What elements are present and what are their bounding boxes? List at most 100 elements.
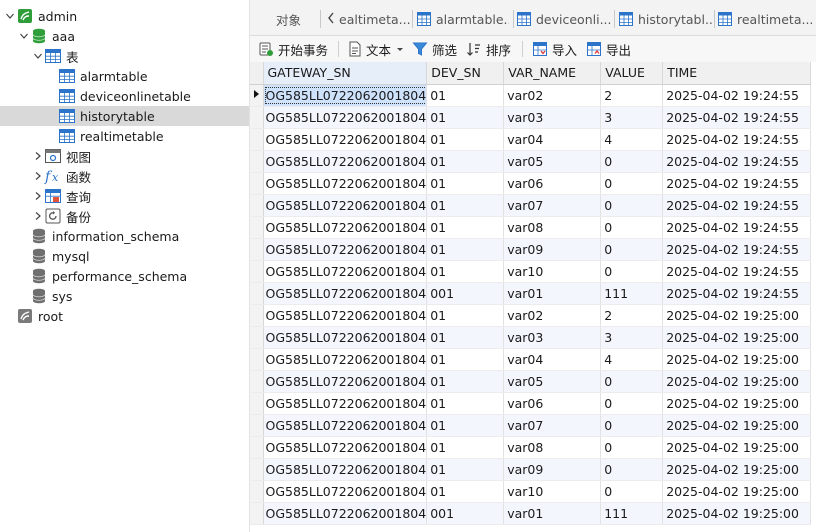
cell-time[interactable]: 2025-04-02 19:24:55	[662, 260, 812, 283]
table-row[interactable]: OG585LL0722062001804 01 var03 3 2025-04-02 1…	[250, 106, 812, 129]
cell-gateway-sn[interactable]: OG585LL0722062001804	[263, 216, 428, 239]
cell-var-name[interactable]: var10	[503, 260, 602, 283]
cell-gateway-sn[interactable]: OG585LL0722062001804	[263, 128, 428, 151]
row-indicator[interactable]	[250, 238, 264, 261]
cell-value[interactable]: 0	[600, 216, 664, 239]
cell-time[interactable]: 2025-04-02 19:25:00	[662, 414, 812, 437]
column-header[interactable]: VALUE	[600, 62, 664, 85]
cell-var-name[interactable]: var05	[503, 370, 602, 393]
cell-dev-sn[interactable]: 01	[426, 84, 505, 107]
table-row[interactable]: OG585LL0722062001804 01 var02 2 2025-04-02 1…	[250, 304, 812, 327]
row-indicator[interactable]	[250, 458, 264, 481]
cell-gateway-sn[interactable]: OG585LL0722062001804	[263, 502, 428, 525]
row-indicator[interactable]	[250, 150, 264, 173]
cell-var-name[interactable]: var08	[503, 436, 602, 459]
cell-value[interactable]: 111	[600, 502, 664, 525]
cell-gateway-sn[interactable]: OG585LL0722062001804	[263, 414, 428, 437]
cell-dev-sn[interactable]: 01	[426, 260, 505, 283]
cell-time[interactable]: 2025-04-02 19:25:00	[662, 392, 812, 415]
chevron-right-icon[interactable]	[32, 206, 44, 226]
cell-dev-sn[interactable]: 01	[426, 480, 505, 503]
cell-dev-sn[interactable]: 01	[426, 128, 505, 151]
cell-time[interactable]: 2025-04-02 19:24:55	[662, 128, 812, 151]
row-indicator[interactable]	[250, 194, 264, 217]
row-indicator[interactable]	[250, 414, 264, 437]
row-indicator[interactable]	[250, 128, 264, 151]
cell-value[interactable]: 0	[600, 436, 664, 459]
cell-time[interactable]: 2025-04-02 19:25:00	[662, 348, 812, 371]
cell-gateway-sn[interactable]: OG585LL0722062001804	[263, 348, 428, 371]
cell-gateway-sn[interactable]: OG585LL0722062001804	[263, 480, 428, 503]
cell-time[interactable]: 2025-04-02 19:24:55	[662, 216, 812, 239]
cell-time[interactable]: 2025-04-02 19:25:00	[662, 370, 812, 393]
tab-historytable[interactable]: historytabl...	[619, 6, 713, 32]
export-button[interactable]: 导出	[586, 38, 631, 60]
cell-gateway-sn[interactable]: OG585LL0722062001804	[263, 260, 428, 283]
cell-time[interactable]: 2025-04-02 19:25:00	[662, 326, 812, 349]
begin-transaction-button[interactable]: 开始事务	[258, 38, 328, 60]
cell-dev-sn[interactable]: 01	[426, 326, 505, 349]
table-row[interactable]: OG585LL0722062001804 01 var05 0 2025-04-02 1…	[250, 370, 812, 393]
filter-button[interactable]: 筛选	[412, 38, 457, 60]
cell-value[interactable]: 0	[600, 194, 664, 217]
row-indicator[interactable]	[250, 348, 264, 371]
cell-var-name[interactable]: var10	[503, 480, 602, 503]
cell-var-name[interactable]: var01	[503, 502, 602, 525]
cell-value[interactable]: 0	[600, 414, 664, 437]
cell-value[interactable]: 3	[600, 326, 664, 349]
cell-gateway-sn[interactable]: OG585LL0722062001804	[263, 172, 428, 195]
table-row[interactable]: OG585LL0722062001804 01 var10 0 2025-04-02 1…	[250, 480, 812, 503]
table-row[interactable]: OG585LL0722062001804 01 var03 3 2025-04-02 1…	[250, 326, 812, 349]
row-indicator[interactable]	[250, 216, 264, 239]
cell-dev-sn[interactable]: 01	[426, 392, 505, 415]
cell-value[interactable]: 0	[600, 172, 664, 195]
cell-value[interactable]: 0	[600, 392, 664, 415]
row-indicator[interactable]	[250, 326, 264, 349]
cell-var-name[interactable]: var04	[503, 348, 602, 371]
row-indicator[interactable]	[250, 172, 264, 195]
tree-item-mysql[interactable]: mysql	[0, 246, 249, 266]
cell-time[interactable]: 2025-04-02 19:25:00	[662, 502, 812, 525]
sort-button[interactable]: 排序	[466, 38, 511, 60]
cell-dev-sn[interactable]: 01	[426, 150, 505, 173]
cell-time[interactable]: 2025-04-02 19:25:00	[662, 480, 812, 503]
cell-var-name[interactable]: var01	[503, 282, 602, 305]
row-indicator[interactable]	[250, 260, 264, 283]
cell-time[interactable]: 2025-04-02 19:25:00	[662, 304, 812, 327]
tree-item-8[interactable]: f x 函数	[0, 166, 249, 186]
cell-time[interactable]: 2025-04-02 19:25:00	[662, 458, 812, 481]
tree-item-alarmtable[interactable]: alarmtable	[0, 66, 249, 86]
tree-item-deviceonlinetable[interactable]: deviceonlinetable	[0, 86, 249, 106]
column-header[interactable]: DEV_SN	[426, 62, 505, 85]
cell-gateway-sn[interactable]: OG585LL0722062001804	[263, 458, 428, 481]
tree-item-historytable[interactable]: historytable	[0, 106, 249, 126]
row-indicator[interactable]	[250, 480, 264, 503]
cell-var-name[interactable]: var03	[503, 106, 602, 129]
tree-item-7[interactable]: 视图	[0, 146, 249, 166]
cell-value[interactable]: 3	[600, 106, 664, 129]
chevron-down-icon[interactable]	[18, 26, 30, 46]
cell-value[interactable]: 2	[600, 84, 664, 107]
cell-dev-sn[interactable]: 01	[426, 370, 505, 393]
cell-gateway-sn[interactable]: OG585LL0722062001804	[263, 106, 428, 129]
tree-item-admin[interactable]: admin	[0, 6, 249, 26]
row-indicator[interactable]	[250, 106, 264, 129]
cell-value[interactable]: 0	[600, 458, 664, 481]
tree-item-performance-schema[interactable]: performance_schema	[0, 266, 249, 286]
current-row-marker[interactable]	[250, 84, 264, 107]
tree-item-realtimetable[interactable]: realtimetable	[0, 126, 249, 146]
cell-gateway-sn[interactable]: OG585LL0722062001804	[263, 150, 428, 173]
cell-gateway-sn[interactable]: OG585LL0722062001804	[263, 326, 428, 349]
cell-var-name[interactable]: var02	[503, 304, 602, 327]
tab-realtimetable-2[interactable]: realtimeta...	[718, 6, 814, 32]
cell-time[interactable]: 2025-04-02 19:24:55	[662, 282, 812, 305]
cell-gateway-sn[interactable]: OG585LL0722062001804	[263, 304, 428, 327]
tab-realtimetable-1[interactable]: ealtimeta...	[326, 6, 410, 32]
cell-dev-sn[interactable]: 001	[426, 282, 505, 305]
tree-item-aaa[interactable]: aaa	[0, 26, 249, 46]
cell-dev-sn[interactable]: 01	[426, 348, 505, 371]
cell-dev-sn[interactable]: 01	[426, 216, 505, 239]
cell-gateway-sn[interactable]: OG585LL0722062001804	[263, 282, 428, 305]
cell-var-name[interactable]: var02	[503, 84, 602, 107]
table-row[interactable]: OG585LL0722062001804 01 var08 0 2025-04-02 1…	[250, 436, 812, 459]
